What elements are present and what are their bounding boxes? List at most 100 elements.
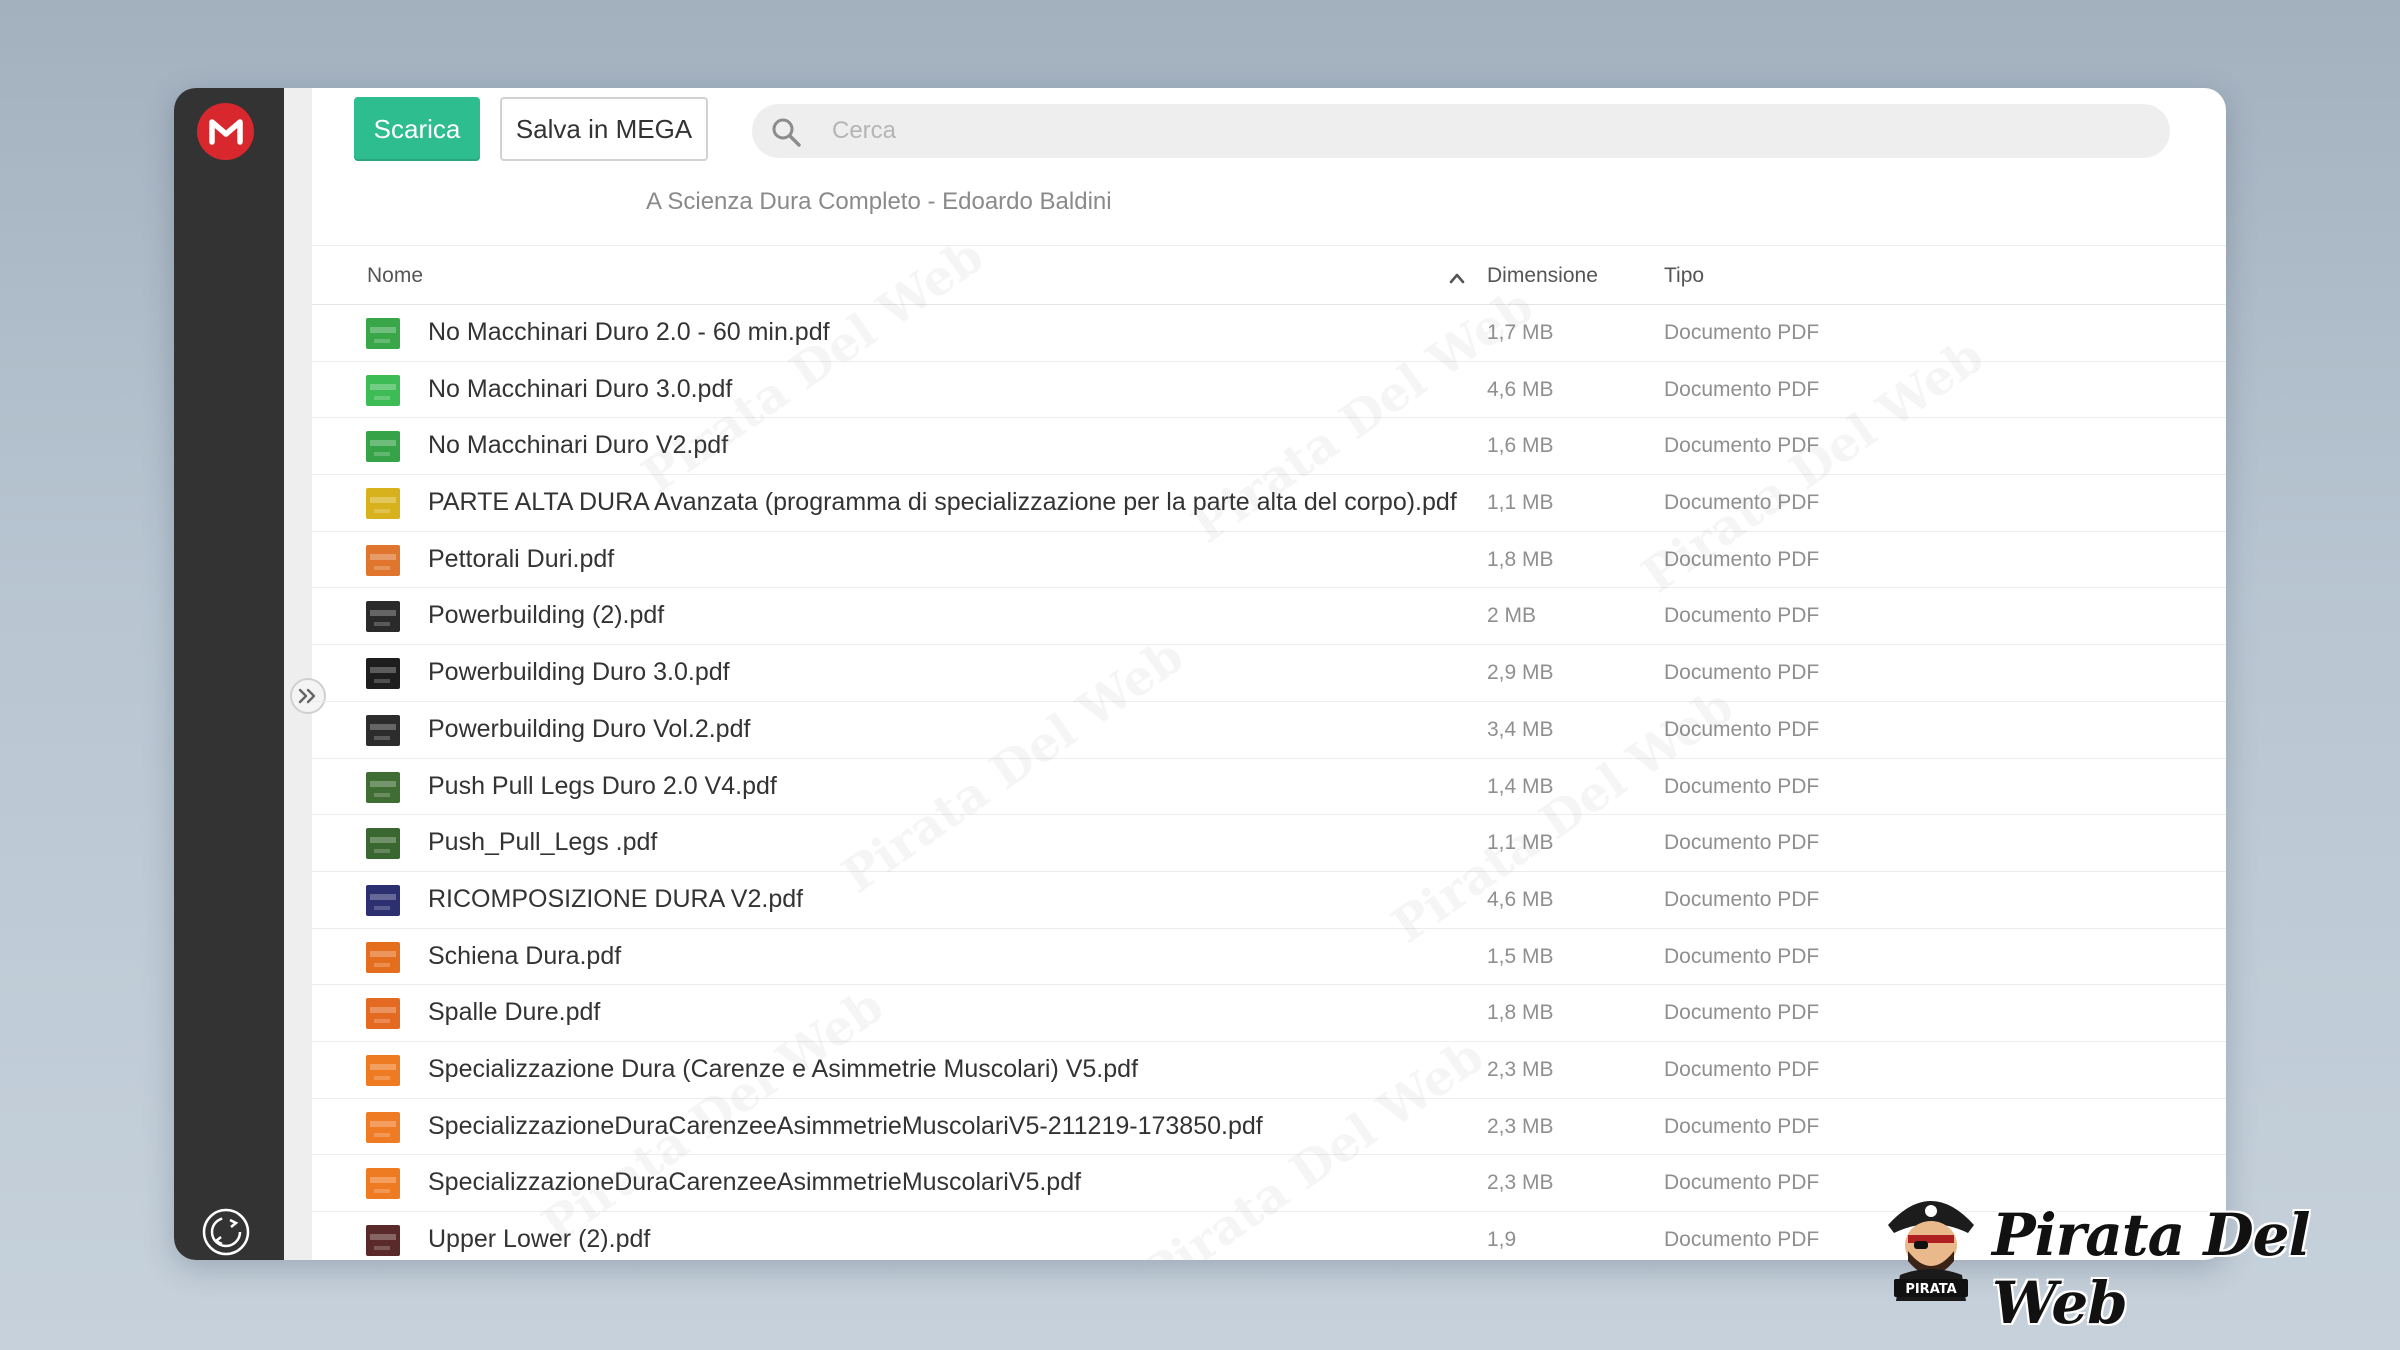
file-size: 1,5 MB xyxy=(1487,944,1554,968)
file-size: 1,8 MB xyxy=(1487,547,1554,571)
file-name: No Macchinari Duro 3.0.pdf xyxy=(428,374,733,403)
main-panel: Scarica Salva in MEGA A Scienza Dura Com… xyxy=(312,88,2226,1260)
file-name: Powerbuilding Duro 3.0.pdf xyxy=(428,658,730,687)
pdf-thumbnail-icon xyxy=(366,318,400,349)
file-type: Documento PDF xyxy=(1664,321,1820,344)
file-name: Powerbuilding Duro Vol.2.pdf xyxy=(428,714,751,743)
pdf-thumbnail-icon xyxy=(366,431,400,463)
pirate-mascot-icon: PIRATA xyxy=(1878,1185,1984,1301)
file-name: SpecializzazioneDuraCarenzeeAsimmetrieMu… xyxy=(428,1168,1082,1197)
file-type: Documento PDF xyxy=(1664,1171,1820,1195)
file-name: No Macchinari Duro V2.pdf xyxy=(428,431,729,460)
download-button[interactable]: Scarica xyxy=(354,97,480,161)
table-row[interactable]: SpecializzazioneDuraCarenzeeAsimmetrieMu… xyxy=(312,1099,2226,1156)
search-input[interactable] xyxy=(832,112,2132,150)
file-name: Pettorali Duri.pdf xyxy=(428,544,615,573)
file-size: 1,8 MB xyxy=(1487,1001,1554,1025)
file-type: Documento PDF xyxy=(1664,434,1820,458)
pdf-thumbnail-icon xyxy=(366,1111,400,1143)
pdf-thumbnail-icon xyxy=(366,1168,400,1200)
mascot-label: PIRATA xyxy=(1905,1282,1956,1297)
pdf-thumbnail-icon xyxy=(366,1054,400,1086)
pdf-thumbnail-icon xyxy=(366,828,400,860)
search-bar[interactable] xyxy=(752,104,2170,158)
pdf-thumbnail-icon xyxy=(366,601,400,633)
file-size: 2,3 MB xyxy=(1487,1057,1554,1081)
table-row[interactable]: Powerbuilding Duro 3.0.pdf 2,9 MB Document… xyxy=(312,645,2226,702)
column-header-type[interactable]: Tipo xyxy=(1664,264,1704,288)
pdf-thumbnail-icon xyxy=(366,544,400,576)
chevron-up-icon[interactable] xyxy=(1448,268,1466,284)
file-type: Documento PDF xyxy=(1664,491,1820,515)
mega-folder-window: Scarica Salva in MEGA A Scienza Dura Com… xyxy=(174,88,2226,1260)
file-type: Documento PDF xyxy=(1664,661,1820,685)
file-name: SpecializzazioneDuraCarenzeeAsimmetrieMu… xyxy=(428,1111,1263,1140)
file-size: 2,9 MB xyxy=(1487,661,1554,685)
file-size: 2,3 MB xyxy=(1487,1114,1554,1138)
save-to-mega-button[interactable]: Salva in MEGA xyxy=(500,97,708,161)
file-type: Documento PDF xyxy=(1664,774,1820,798)
pdf-thumbnail-icon xyxy=(366,884,400,916)
mega-logo-icon[interactable] xyxy=(197,103,254,160)
file-type: Documento PDF xyxy=(1664,604,1820,628)
table-row[interactable]: Schiena Dura.pdf 1,5 MB Documento PDF xyxy=(312,929,2226,986)
file-type: Documento PDF xyxy=(1664,547,1820,571)
column-header-size[interactable]: Dimensione xyxy=(1487,264,1598,288)
search-icon xyxy=(770,116,802,148)
file-name: Powerbuilding (2).pdf xyxy=(428,601,665,630)
pirata-del-web-brand: PIRATA Pirata Del Web xyxy=(1878,1185,2338,1337)
file-type: Documento PDF xyxy=(1664,1228,1820,1251)
pdf-thumbnail-icon xyxy=(366,771,400,803)
file-name: Upper Lower (2).pdf xyxy=(428,1225,651,1253)
table-row[interactable]: Powerbuilding (2).pdf 2 MB Documento PDF xyxy=(312,588,2226,646)
file-name: Push_Pull_Legs .pdf xyxy=(428,828,658,857)
table-row[interactable]: Spalle Dure.pdf 1,8 MB Documento PDF xyxy=(312,985,2226,1042)
file-size: 1,1 MB xyxy=(1487,831,1554,855)
file-type: Documento PDF xyxy=(1664,831,1820,855)
table-row[interactable]: PARTE ALTA DURA Avanzata (programma di s… xyxy=(312,475,2226,532)
file-size: 1,6 MB xyxy=(1487,434,1554,458)
file-name: No Macchinari Duro 2.0 - 60 min.pdf xyxy=(428,318,830,346)
file-type: Documento PDF xyxy=(1664,1114,1820,1138)
table-row[interactable]: Push Pull Legs Duro 2.0 V4.pdf 1,4 MB Docu… xyxy=(312,759,2226,816)
file-type: Documento PDF xyxy=(1664,944,1820,968)
pdf-thumbnail-icon xyxy=(366,658,400,690)
file-size: 4,6 MB xyxy=(1487,887,1554,911)
pdf-thumbnail-icon xyxy=(366,941,400,973)
file-list: No Macchinari Duro 2.0 - 60 min.pdf 1,7 M… xyxy=(312,305,2226,1260)
pdf-thumbnail-icon xyxy=(366,998,400,1030)
file-name: RICOMPOSIZIONE DURA V2.pdf xyxy=(428,884,804,913)
table-row[interactable]: No Macchinari Duro V2.pdf 1,6 MB Documento… xyxy=(312,418,2226,476)
folder-title: A Scienza Dura Completo - Edoardo Baldin… xyxy=(646,188,1112,215)
table-row[interactable]: Pettorali Duri.pdf 1,8 MB Documento PDF xyxy=(312,532,2226,589)
table-row[interactable]: RICOMPOSIZIONE DURA V2.pdf 4,6 MB Document… xyxy=(312,872,2226,929)
table-header: Nome Dimensione Tipo xyxy=(312,245,2226,305)
table-row[interactable]: No Macchinari Duro 2.0 - 60 min.pdf 1,7 M… xyxy=(312,305,2226,362)
file-type: Documento PDF xyxy=(1664,1057,1820,1081)
file-size: 2,3 MB xyxy=(1487,1171,1554,1195)
table-row[interactable]: Specializzazione Dura (Carenze e Asimmet… xyxy=(312,1042,2226,1099)
file-size: 1,9 xyxy=(1487,1228,1517,1251)
file-name: Specializzazione Dura (Carenze e Asimmet… xyxy=(428,1054,1139,1083)
file-size: 1,4 MB xyxy=(1487,774,1554,798)
file-type: Documento PDF xyxy=(1664,377,1820,401)
pdf-thumbnail-icon xyxy=(366,1225,400,1256)
file-size: 3,4 MB xyxy=(1487,717,1554,741)
file-name: PARTE ALTA DURA Avanzata (programma di s… xyxy=(428,488,1457,517)
file-name: Spalle Dure.pdf xyxy=(428,998,601,1027)
sidebar-gutter xyxy=(284,88,312,1260)
table-row[interactable]: Powerbuilding Duro Vol.2.pdf 3,4 MB Docume… xyxy=(312,702,2226,759)
pdf-thumbnail-icon xyxy=(366,488,400,520)
file-size: 1,1 MB xyxy=(1487,491,1554,515)
pdf-thumbnail-icon xyxy=(366,374,400,406)
pdf-thumbnail-icon xyxy=(366,714,400,746)
sidebar xyxy=(174,88,284,1260)
column-header-name[interactable]: Nome xyxy=(367,264,423,288)
sync-icon[interactable] xyxy=(201,1207,251,1257)
file-size: 2 MB xyxy=(1487,604,1537,628)
table-row[interactable]: Push_Pull_Legs .pdf 1,1 MB Documento PDF xyxy=(312,815,2226,872)
table-row[interactable]: No Macchinari Duro 3.0.pdf 4,6 MB Document… xyxy=(312,362,2226,419)
file-size: 4,6 MB xyxy=(1487,377,1554,401)
brand-text: Pirata Del Web xyxy=(1992,1201,2311,1337)
file-type: Documento PDF xyxy=(1664,887,1820,911)
